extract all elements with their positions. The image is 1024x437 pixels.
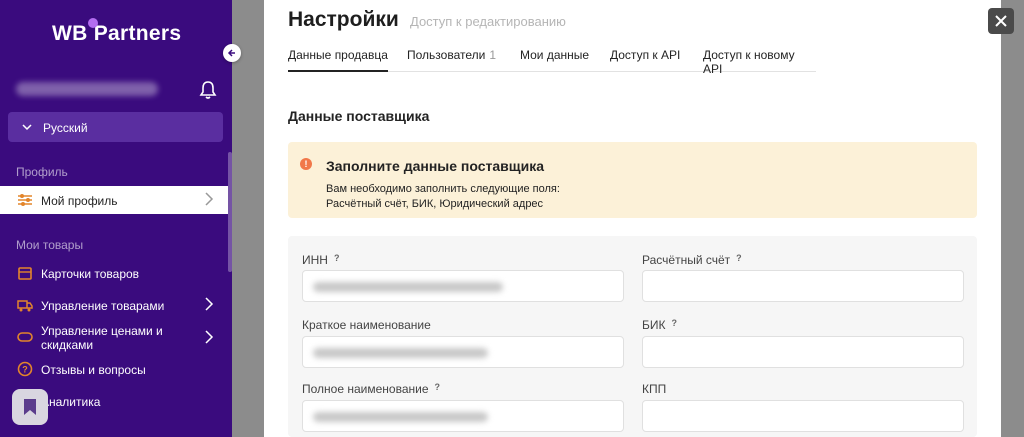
help-icon[interactable]: ?	[672, 318, 678, 328]
sidebar-item-product-cards[interactable]: Карточки товаров	[0, 259, 228, 287]
short-name-field[interactable]	[302, 336, 624, 368]
arrow-left-icon	[227, 49, 235, 57]
section-heading: Данные поставщика	[288, 108, 430, 124]
truck-icon	[17, 297, 33, 313]
language-select[interactable]: Русский	[8, 112, 223, 142]
chevron-right-icon	[204, 330, 214, 347]
question-icon: ?	[17, 361, 33, 377]
tab-my-data[interactable]: Мои данные	[520, 48, 589, 72]
close-button[interactable]	[988, 8, 1014, 34]
tag-icon	[17, 329, 33, 345]
sidebar-item-price-management[interactable]: Управление ценами и скидками	[0, 322, 228, 356]
full-name-label: Полное наименование?	[302, 382, 440, 396]
tab-label: Доступ к новому API	[703, 48, 795, 76]
account-label: Расчётный счёт?	[642, 253, 742, 267]
sidebar-item-label: Мой профиль	[41, 194, 118, 208]
chevron-right-icon	[204, 297, 214, 314]
tab-label: Доступ к API	[610, 48, 681, 62]
bik-field[interactable]	[642, 336, 964, 368]
settings-panel: Настройки Доступ к редактированию Данные…	[264, 0, 1001, 437]
section-title-profile: Профиль	[16, 165, 68, 179]
sidebar-item-reviews[interactable]: ? Отзывы и вопросы	[0, 355, 228, 383]
tab-api-access[interactable]: Доступ к API	[610, 48, 680, 72]
sidebar-scrollbar[interactable]	[228, 152, 232, 272]
account-label-text: Расчётный счёт	[642, 253, 731, 267]
user-name-blurred[interactable]	[16, 82, 158, 96]
alert-text: Вам необходимо заполнить следующие поля:…	[326, 182, 560, 212]
bik-label: БИК?	[642, 318, 677, 332]
logo-dot	[88, 18, 98, 28]
section-title-goods: Мои товары	[16, 238, 84, 252]
account-field[interactable]	[642, 270, 964, 302]
tab-users[interactable]: Пользователи 1	[407, 48, 496, 72]
sidebar-item-label: Карточки товаров	[41, 267, 140, 281]
supplier-form: ИНН? Расчётный счёт? Краткое наименовани…	[288, 236, 977, 437]
users-count: 1	[489, 48, 497, 62]
blurred-value	[313, 412, 488, 422]
alert-title: Заполните данные поставщика	[326, 158, 544, 174]
kpp-label: КПП	[642, 382, 667, 396]
chevron-down-icon	[22, 118, 32, 135]
inn-label: ИНН?	[302, 253, 339, 267]
sidebar-item-my-profile[interactable]: Мой профиль	[0, 186, 228, 214]
sidebar-item-label: Управление ценами и скидками	[41, 324, 163, 352]
blurred-value	[313, 282, 503, 292]
collapse-sidebar-button[interactable]	[223, 44, 241, 62]
alert-line-2: Расчётный счёт, БИК, Юридический адрес	[326, 198, 544, 210]
inn-label-text: ИНН	[302, 253, 328, 267]
bik-label-text: БИК	[642, 318, 666, 332]
bell-icon[interactable]	[199, 80, 217, 100]
tab-new-api-access[interactable]: Доступ к новому API	[703, 48, 816, 76]
tab-label: Пользователи	[407, 48, 486, 62]
sidebar-item-goods-management[interactable]: Управление товарами	[0, 291, 228, 319]
sidebar-item-label: Отзывы и вопросы	[41, 363, 146, 377]
blurred-value	[313, 348, 488, 358]
warning-icon: !	[300, 158, 312, 170]
warning-alert: ! Заполните данные поставщика Вам необхо…	[288, 142, 977, 218]
svg-text:?: ?	[22, 365, 28, 375]
tab-label: Мои данные	[520, 48, 590, 62]
tab-label: Данные продавца	[288, 48, 388, 62]
help-icon[interactable]: ?	[435, 382, 441, 392]
bookmark-button[interactable]	[12, 389, 48, 425]
page-title: Настройки	[288, 8, 399, 31]
sidebar-item-label: Аналитика	[41, 395, 101, 409]
full-name-field[interactable]	[302, 400, 624, 432]
kpp-field[interactable]	[642, 400, 964, 432]
sidebar-item-label: Управление товарами	[41, 299, 165, 313]
box-icon	[17, 265, 33, 281]
short-name-label: Краткое наименование	[302, 318, 431, 332]
sidebar: WB Partners Русский Профиль Мой профиль …	[0, 0, 232, 437]
close-icon	[995, 15, 1007, 27]
help-icon[interactable]: ?	[736, 253, 742, 263]
sliders-icon	[17, 192, 33, 208]
alert-line-1: Вам необходимо заполнить следующие поля:	[326, 183, 560, 195]
bookmark-icon	[24, 399, 36, 415]
tab-seller-data[interactable]: Данные продавца	[288, 48, 388, 72]
help-icon[interactable]: ?	[334, 253, 340, 263]
inn-field[interactable]	[302, 270, 624, 302]
page-subtitle: Доступ к редактированию	[410, 14, 566, 29]
full-name-label-text: Полное наименование	[302, 382, 429, 396]
chevron-right-icon	[204, 192, 214, 209]
tab-bar: Данные продавца Пользователи 1 Мои данные…	[288, 48, 816, 76]
logo[interactable]: WB Partners	[52, 22, 181, 46]
language-label: Русский	[43, 121, 88, 135]
